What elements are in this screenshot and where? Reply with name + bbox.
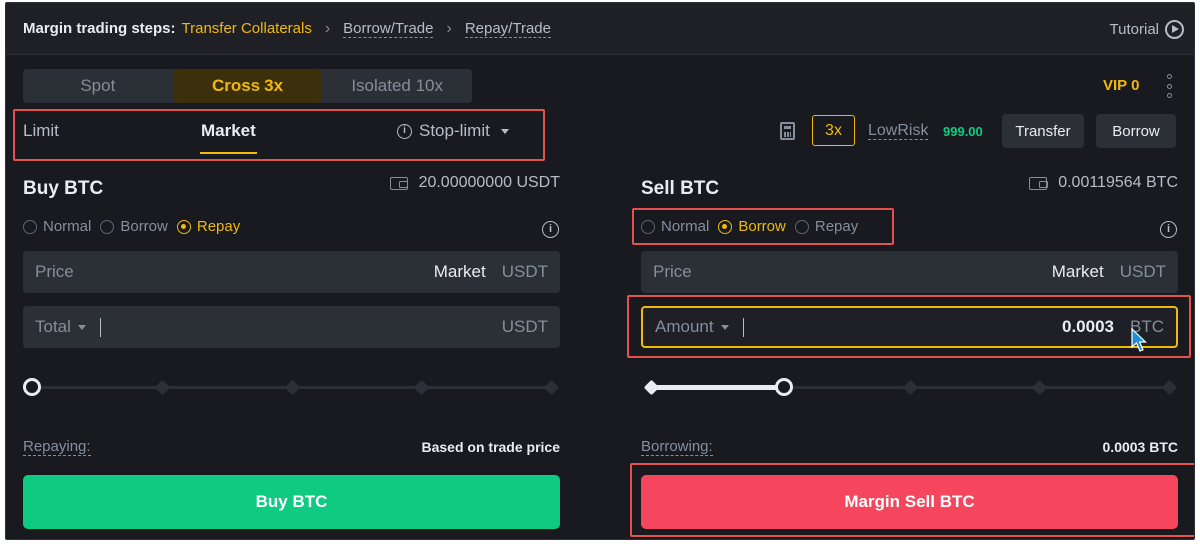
- highlight-amount-field: [627, 295, 1191, 358]
- margin-mode-tabs: Spot Cross 3x Isolated 10x: [23, 69, 472, 103]
- steps-label: Margin trading steps:: [23, 20, 176, 37]
- wallet-icon: [1029, 176, 1048, 190]
- calculator-icon[interactable]: [780, 122, 795, 140]
- step-repay-trade[interactable]: Repay/Trade: [464, 20, 551, 38]
- radio-dot: [100, 219, 115, 234]
- text-cursor: [99, 317, 101, 337]
- tab-cross-label: Cross: [211, 76, 261, 95]
- vip-level[interactable]: VIP 0: [1103, 77, 1139, 94]
- price-unit: USDT: [501, 262, 548, 281]
- buy-price-field[interactable]: Price Market USDT: [23, 251, 560, 293]
- sell-borrow-info: Borrowing: 0.0003 BTC: [641, 439, 1178, 456]
- buy-available: 20.00000000 USDT: [389, 174, 560, 192]
- chevron-right-icon: ›: [324, 19, 331, 37]
- tab-isolated[interactable]: Isolated 10x: [322, 69, 472, 103]
- radio-normal[interactable]: Normal: [23, 218, 91, 235]
- slider-step-75[interactable]: [413, 379, 430, 396]
- tutorial-link[interactable]: Tutorial: [1110, 3, 1184, 55]
- price-unit: USDT: [1119, 262, 1166, 281]
- borrow-button[interactable]: Borrow: [1096, 114, 1176, 148]
- radio-label: Normal: [43, 218, 92, 235]
- borrowing-label: Borrowing:: [641, 438, 713, 456]
- radio-label: Borrow: [120, 218, 168, 235]
- repaying-label: Repaying:: [23, 438, 91, 456]
- risk-value: 999.00: [943, 124, 983, 139]
- screenshot-frame: Margin trading steps: Transfer Collatera…: [0, 0, 1200, 545]
- mouse-pointer-icon: [1131, 328, 1147, 352]
- slider-fill: [649, 385, 779, 390]
- radio-dot: [23, 219, 37, 234]
- tutorial-label: Tutorial: [1109, 20, 1159, 38]
- leverage-badge[interactable]: 3x: [812, 115, 855, 146]
- tab-cross[interactable]: Cross 3x: [172, 69, 323, 103]
- slider-step-100[interactable]: [543, 379, 560, 396]
- slider-step-100[interactable]: [1161, 379, 1178, 396]
- total-label[interactable]: Total: [35, 317, 71, 337]
- margin-steps-bar: Margin trading steps: Transfer Collatera…: [6, 3, 1194, 55]
- sell-percent-slider[interactable]: [641, 378, 1178, 396]
- sell-title: Sell BTC: [641, 178, 720, 199]
- info-icon[interactable]: i: [542, 221, 559, 238]
- price-market-value: Market: [1051, 262, 1104, 281]
- sell-available: 0.00119564 BTC: [1029, 174, 1178, 192]
- slider-thumb[interactable]: [23, 378, 41, 396]
- highlight-order-type: [13, 109, 545, 161]
- play-icon: [1165, 19, 1184, 39]
- sell-available-value: 0.00119564 BTC: [1058, 174, 1178, 191]
- buy-mode-radios: Normal Borrow Repay: [23, 218, 249, 235]
- chevron-right-icon: ›: [446, 19, 452, 37]
- caret-down-icon[interactable]: [77, 324, 86, 330]
- buy-percent-slider[interactable]: [23, 378, 560, 396]
- buy-title: Buy BTC: [23, 178, 104, 199]
- total-unit: USDT: [501, 317, 548, 336]
- radio-dot: [176, 219, 191, 234]
- step-transfer-collaterals[interactable]: Transfer Collaterals: [182, 20, 312, 37]
- borrowing-value: 0.0003 BTC: [1102, 439, 1178, 455]
- slider-step-25[interactable]: [154, 379, 171, 396]
- radio-repay[interactable]: Repay: [176, 218, 241, 235]
- tab-spot[interactable]: Spot: [23, 69, 173, 103]
- margin-trade-panel: Margin trading steps: Transfer Collatera…: [5, 2, 1195, 540]
- radio-label: Repay: [196, 218, 241, 235]
- price-market-value: Market: [433, 262, 486, 281]
- highlight-sell-button: [630, 463, 1194, 537]
- tab-cross-leverage: 3x: [264, 76, 284, 95]
- buy-available-value: 20.00000000 USDT: [418, 174, 560, 191]
- buy-total-field[interactable]: Total USDT: [23, 306, 560, 348]
- repaying-value: Based on trade price: [421, 439, 561, 455]
- buy-btc-button[interactable]: Buy BTC: [23, 475, 560, 529]
- step-borrow-trade[interactable]: Borrow/Trade: [343, 20, 434, 38]
- slider-step-0[interactable]: [643, 379, 660, 396]
- risk-label[interactable]: LowRisk: [868, 122, 929, 140]
- price-label: Price: [653, 262, 692, 281]
- slider-step-50[interactable]: [284, 379, 301, 396]
- more-options-icon[interactable]: [1165, 74, 1173, 98]
- highlight-borrow-mode: [632, 208, 894, 245]
- slider-step-50[interactable]: [902, 379, 919, 396]
- radio-borrow[interactable]: Borrow: [100, 218, 168, 235]
- transfer-button[interactable]: Transfer: [1002, 114, 1084, 148]
- slider-step-75[interactable]: [1031, 379, 1048, 396]
- slider-thumb[interactable]: [775, 378, 793, 396]
- price-label: Price: [35, 262, 74, 281]
- wallet-icon: [389, 176, 409, 190]
- sell-price-field[interactable]: Price Market USDT: [641, 251, 1178, 293]
- info-icon[interactable]: i: [1160, 221, 1177, 238]
- buy-repay-info: Repaying: Based on trade price: [23, 439, 560, 456]
